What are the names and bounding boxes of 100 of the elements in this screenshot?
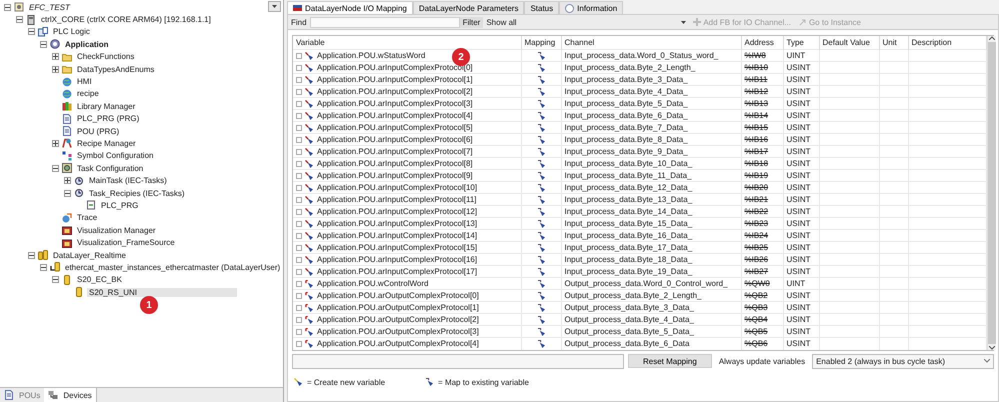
arrow-node-icon <box>305 184 314 192</box>
address-cell: %QB5 <box>741 326 783 338</box>
type-cell: USINT <box>783 218 819 230</box>
globe-icon <box>62 76 72 87</box>
device-icon <box>26 14 36 25</box>
column-header[interactable]: Mapping <box>521 36 561 50</box>
reset-mapping-button[interactable]: Reset Mapping <box>628 354 712 368</box>
tree-item[interactable]: recipe <box>75 89 101 98</box>
collapse-toggle[interactable] <box>64 190 71 197</box>
variable-name: Application.POU.arInputComplexProtocol[5] <box>317 122 473 133</box>
tree-item[interactable]: MainTask (IEC-Tasks) <box>87 176 169 186</box>
editor-tab[interactable]: Information <box>559 1 624 14</box>
address-cell: %IB15 <box>741 122 783 134</box>
column-header[interactable]: Default Value <box>819 36 879 50</box>
channel-cell: Output_process_data.Byte_5_Data_ <box>561 326 741 338</box>
tree-item[interactable]: PLC_PRG <box>99 200 140 210</box>
task-icon <box>74 188 84 198</box>
channel-cell: Input_process_data.Byte_17_Data_ <box>561 242 741 254</box>
column-header[interactable]: Unit <box>879 36 908 50</box>
channel-cell: Output_process_data.Byte_2_Length_ <box>561 290 741 302</box>
tree-item[interactable]: POU (PRG) <box>75 126 122 136</box>
find-field[interactable] <box>310 16 460 28</box>
column-header[interactable]: Address <box>741 36 783 50</box>
variable-name: Application.POU.arInputComplexProtocol[9] <box>317 170 473 181</box>
devices-icon <box>48 390 58 400</box>
variable-name: Application.POU.arInputComplexProtocol[12] <box>317 206 478 217</box>
panel-tab[interactable]: Devices <box>44 388 97 402</box>
channel-cell: Output_process_data.Word_0_Control_word_ <box>561 278 741 290</box>
variable-name: Application.POU.arInputComplexProtocol[10] <box>317 182 478 193</box>
type-cell: USINT <box>783 314 819 326</box>
variable-name: Application.POU.arInputComplexProtocol[13] <box>317 218 478 229</box>
arrow-node-icon <box>305 220 314 228</box>
tree-item[interactable]: PLC Logic <box>51 27 92 36</box>
tree-item[interactable]: Recipe Manager <box>75 138 138 148</box>
tree-item[interactable]: Visualization_FrameSource <box>75 238 177 248</box>
input-field[interactable] <box>292 354 624 368</box>
arrow-node-icon <box>305 76 314 84</box>
editor-tab[interactable]: Status <box>524 1 560 14</box>
collapse-toggle[interactable] <box>16 16 23 24</box>
expand-toggle[interactable] <box>52 66 59 73</box>
panel-tab[interactable]: POUs <box>0 388 44 402</box>
editor-tab[interactable]: DataLayerNode I/O Mapping <box>287 1 413 14</box>
column-header[interactable]: Channel <box>561 36 741 50</box>
channel-cell: Input_process_data.Byte_8_Data_ <box>561 134 741 146</box>
collapse-toggle[interactable] <box>28 28 35 36</box>
tree-item[interactable]: Task Configuration <box>75 164 146 173</box>
type-cell: USINT <box>783 194 819 206</box>
address-cell: %IB22 <box>741 206 783 218</box>
tree-item[interactable]: Application <box>63 40 111 49</box>
arrow-node-icon <box>305 268 314 276</box>
channel-cell: Input_process_data.Byte_9_Data_ <box>561 146 741 158</box>
tree-item[interactable]: HMI <box>75 77 94 86</box>
address-cell: %IB11 <box>741 74 783 86</box>
channel-cell: Input_process_data.Byte_13_Data_ <box>561 194 741 206</box>
plus-icon <box>693 18 702 26</box>
column-header[interactable]: Type <box>783 36 819 50</box>
address-cell: %IB23 <box>741 218 783 230</box>
collapse-toggle[interactable] <box>40 40 47 48</box>
arrow-node-icon <box>305 280 314 288</box>
tree-item[interactable]: Visualization Manager <box>75 226 158 235</box>
tree-item[interactable]: DataLayer_Realtime <box>51 250 128 260</box>
type-cell: USINT <box>783 158 819 170</box>
expand-toggle[interactable] <box>52 140 59 147</box>
variable-name: Application.POU.arInputComplexProtocol[17] <box>317 266 478 277</box>
datalayer-icon <box>38 250 48 260</box>
type-cell: USINT <box>783 134 819 146</box>
type-cell: USINT <box>783 338 819 350</box>
tree-item[interactable]: S20_EC_BK <box>75 275 124 284</box>
filter-label: Filter <box>460 16 484 28</box>
tree-item[interactable]: EFC_TEST <box>27 2 72 12</box>
tree-item[interactable]: S20_RS_UNI <box>87 288 238 297</box>
tree-item[interactable]: ctrlX_CORE (ctrlX CORE ARM64) [192.168.1.1] <box>39 15 213 24</box>
channel-cell: Input_process_data.Byte_5_Data_ <box>561 98 741 110</box>
tree-item[interactable]: ethercat_master_instances_ethercatmaster (DataLayerUser) <box>63 262 282 272</box>
tree-item[interactable]: DataTypesAndEnums <box>75 64 156 74</box>
tree-item[interactable]: PLC_PRG (PRG) <box>75 114 142 124</box>
tree-item[interactable]: Library Manager <box>75 102 138 111</box>
dropdown-button[interactable] <box>268 1 281 12</box>
column-header[interactable]: Description <box>908 36 986 50</box>
tree-item[interactable]: Task_Recipies (IEC-Tasks) <box>87 188 187 198</box>
globe-icon <box>62 88 72 99</box>
caret-icon <box>272 5 277 8</box>
variable-name: Application.POU.arOutputComplexProtocol[1] <box>317 302 479 313</box>
channel-cell: Input_process_data.Byte_18_Data_ <box>561 254 741 266</box>
channel-cell: Input_process_data.Byte_19_Data_ <box>561 266 741 278</box>
expand-toggle[interactable] <box>64 177 71 184</box>
expand-toggle[interactable] <box>52 53 59 60</box>
collapse-toggle[interactable] <box>4 4 11 11</box>
update-dropdown[interactable]: Enabled 2 (always in bus cycle task) <box>812 354 994 368</box>
editor-tab[interactable]: DataLayerNode Parameters <box>412 1 524 14</box>
collapse-toggle[interactable] <box>52 276 59 284</box>
collapse-toggle[interactable] <box>52 164 59 172</box>
tree-item[interactable]: CheckFunctions <box>75 52 136 62</box>
address-cell: %IB13 <box>741 98 783 110</box>
type-cell: USINT <box>783 230 819 242</box>
collapse-toggle[interactable] <box>28 252 35 258</box>
tree-item[interactable]: Trace <box>75 213 100 222</box>
arrow-node-icon <box>305 244 314 252</box>
tree-item[interactable]: Symbol Configuration <box>75 151 156 160</box>
collapse-toggle[interactable] <box>40 264 47 271</box>
